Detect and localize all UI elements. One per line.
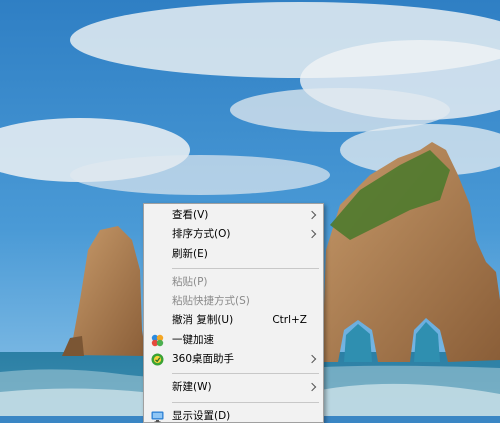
menu-item-speedup-label: 一键加速	[172, 333, 214, 346]
speedup-icon	[151, 334, 164, 346]
menu-item-refresh-label: 刷新(E)	[172, 247, 208, 260]
desktop-context-menu: 查看(V) 排序方式(O) 刷新(E) 粘贴(P) 粘贴快捷方式(S) 撤消 复…	[143, 203, 324, 423]
menu-item-paste-shortcut[interactable]: 粘贴快捷方式(S)	[144, 292, 323, 311]
menu-item-paste[interactable]: 粘贴(P)	[144, 273, 323, 292]
undo-shortcut-text: Ctrl+Z	[272, 314, 307, 327]
menu-item-view-label: 查看(V)	[172, 209, 209, 221]
submenu-arrow-icon	[307, 210, 317, 220]
menu-item-sort[interactable]: 排序方式(O)	[144, 225, 323, 244]
menu-separator	[172, 373, 319, 375]
menu-separator	[172, 401, 319, 403]
menu-item-360-helper[interactable]: 360桌面助手	[144, 350, 323, 369]
menu-separator	[172, 267, 319, 269]
menu-item-360-helper-label: 360桌面助手	[172, 353, 235, 366]
menu-item-undo-copy-label: 撤消 复制(U)	[172, 314, 234, 327]
submenu-arrow-icon	[307, 230, 317, 239]
360-helper-icon	[151, 353, 164, 366]
submenu-arrow-icon	[307, 383, 317, 392]
menu-item-view[interactable]: 查看(V)	[144, 206, 323, 225]
menu-item-new[interactable]: 新建(W)	[144, 378, 323, 397]
menu-item-undo-copy[interactable]: 撤消 复制(U) Ctrl+Z	[144, 311, 323, 330]
menu-item-paste-label: 粘贴(P)	[172, 275, 208, 288]
menu-item-display-settings[interactable]: 显示设置(D)	[144, 407, 323, 422]
menu-item-refresh[interactable]: 刷新(E)	[144, 245, 323, 264]
menu-item-sort-label: 排序方式(O)	[172, 228, 231, 241]
menu-item-new-label: 新建(W)	[172, 381, 212, 394]
submenu-arrow-icon	[307, 354, 317, 364]
menu-item-speedup[interactable]: 一键加速	[144, 331, 323, 350]
menu-item-paste-shortcut-label: 粘贴快捷方式(S)	[172, 295, 250, 308]
display-settings-icon	[151, 411, 164, 422]
